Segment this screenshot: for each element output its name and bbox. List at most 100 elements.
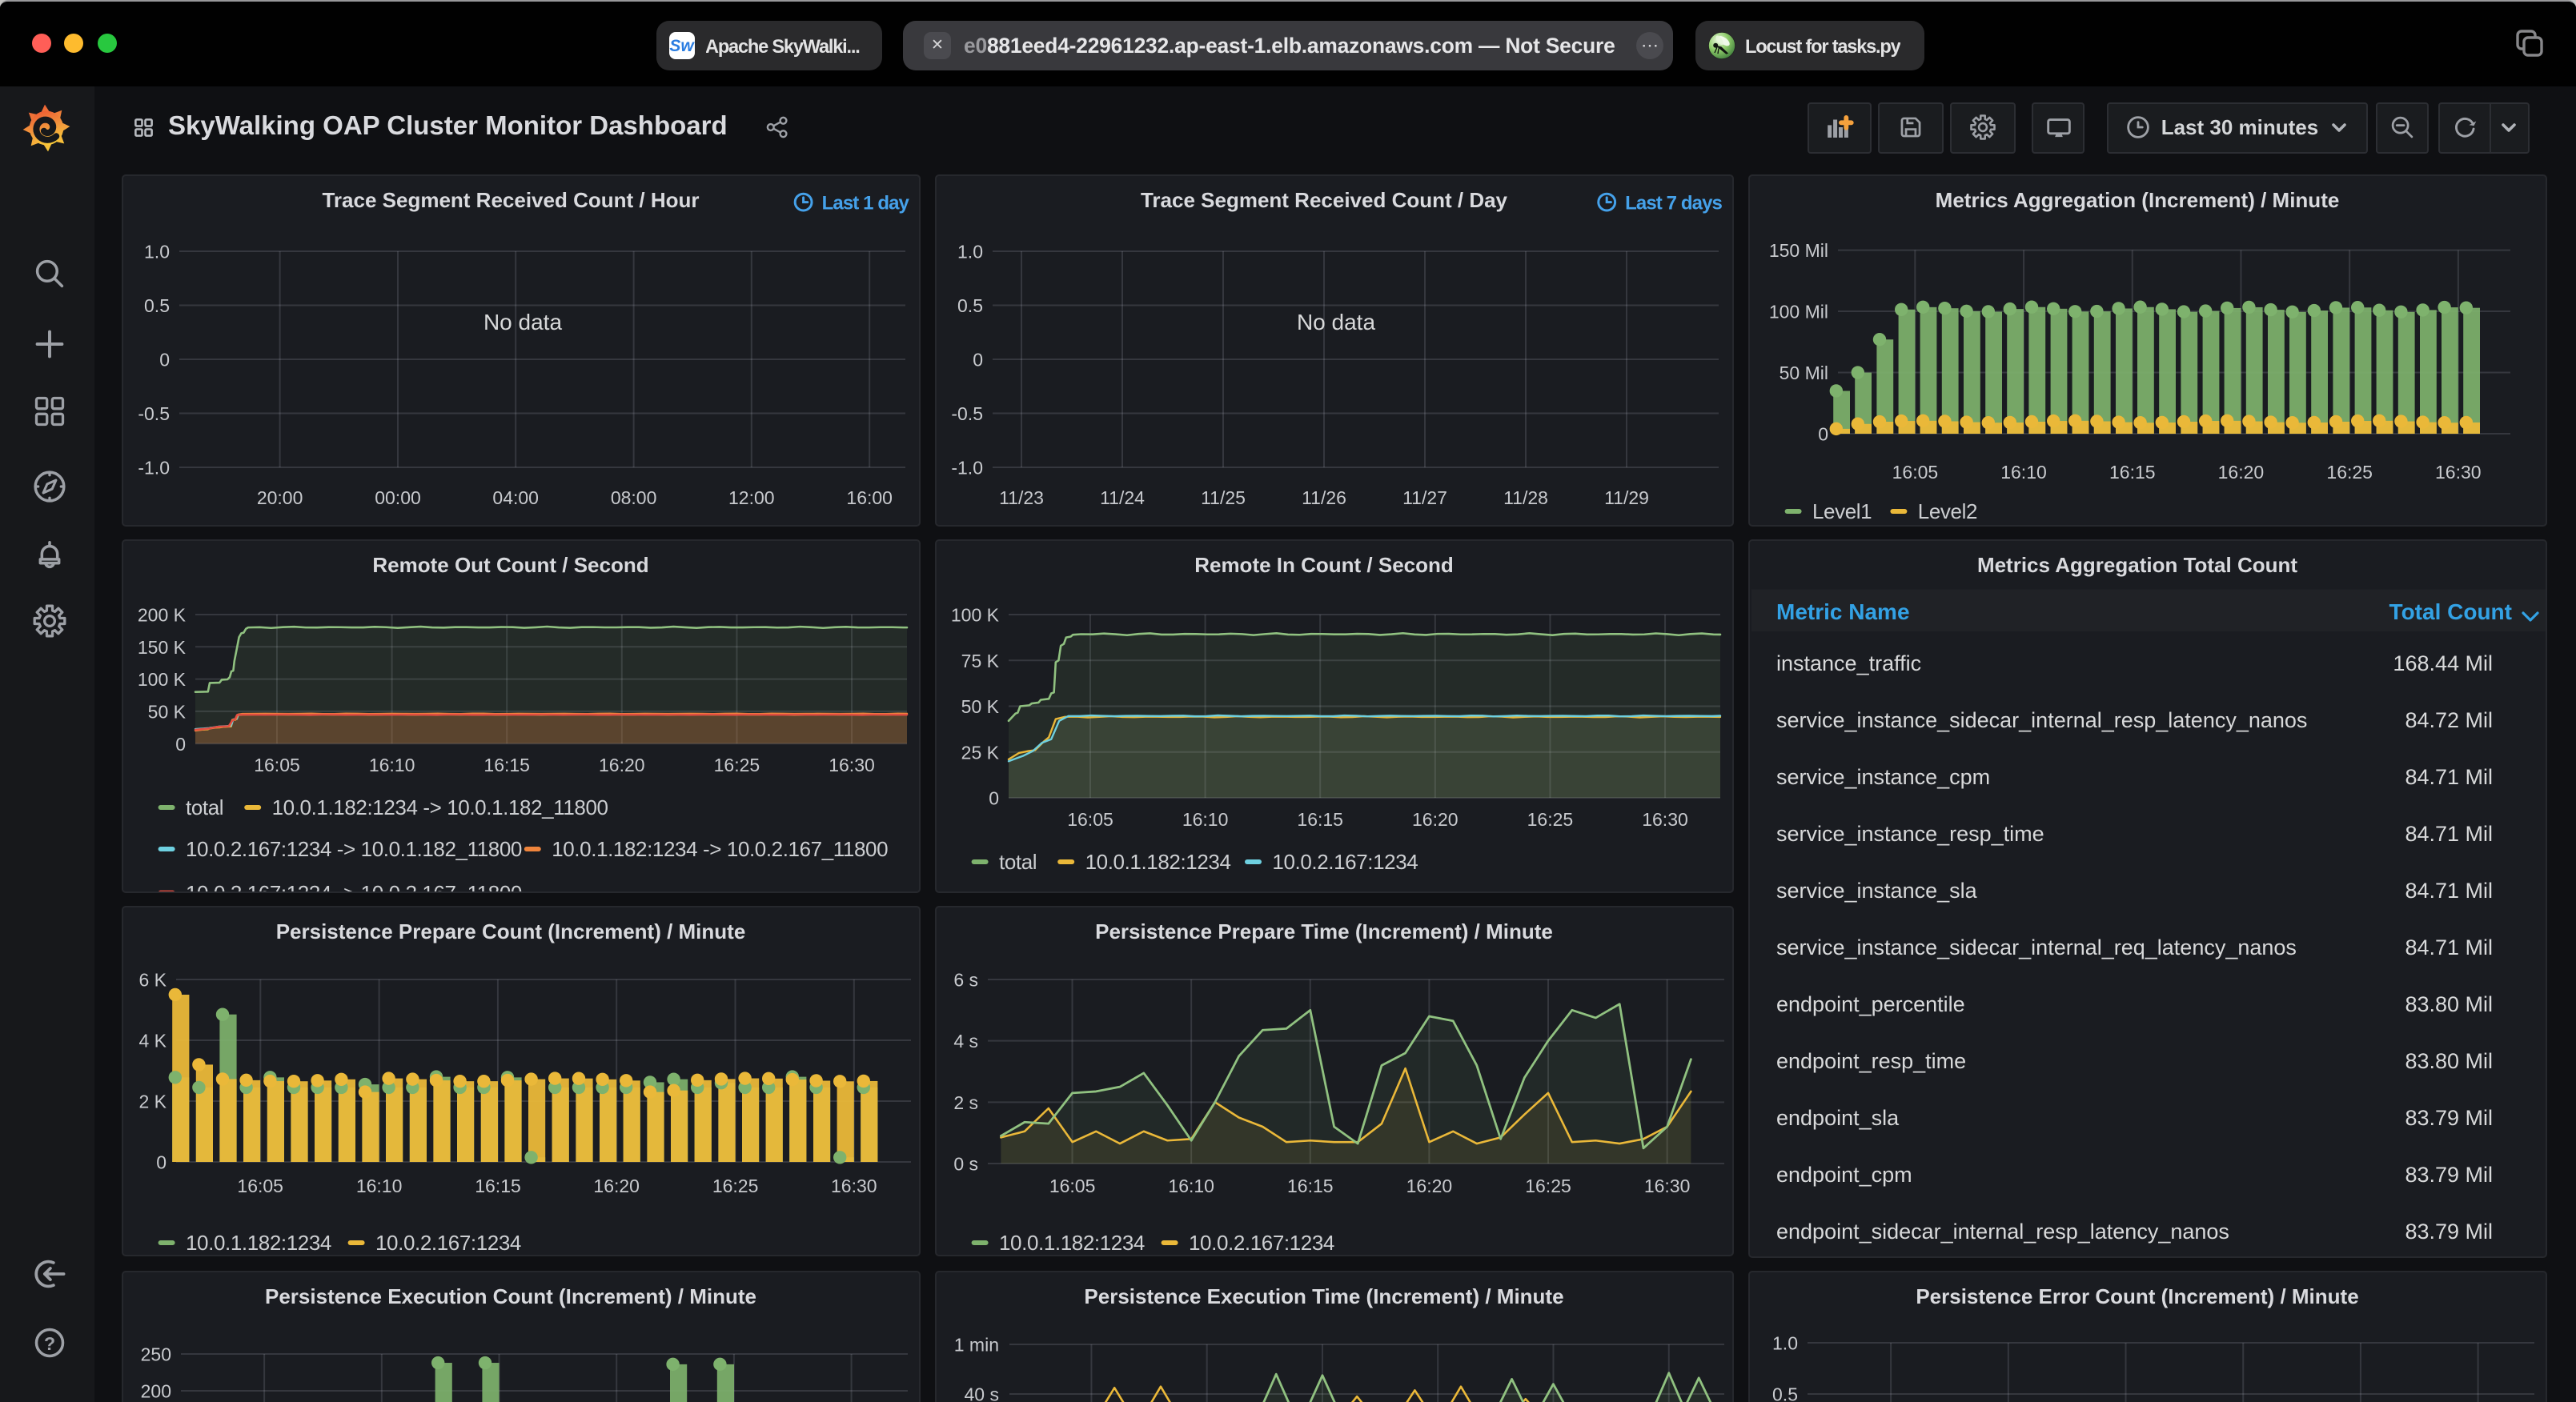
- svg-text:16:05: 16:05: [237, 1175, 283, 1196]
- svg-text:16:05: 16:05: [1892, 461, 1939, 482]
- svg-text:12:00: 12:00: [728, 487, 775, 507]
- svg-text:16:15: 16:15: [1297, 809, 1343, 830]
- svg-text:-1.0: -1.0: [951, 457, 983, 478]
- svg-text:endpoint_sidecar_internal_resp: endpoint_sidecar_internal_resp_latency_n…: [1776, 1220, 2229, 1244]
- svg-text:2 K: 2 K: [138, 1091, 167, 1112]
- svg-text:16:10: 16:10: [369, 755, 415, 775]
- svg-text:1 min: 1 min: [954, 1335, 999, 1356]
- svg-text:83.79 Mil: 83.79 Mil: [2405, 1106, 2493, 1130]
- svg-text:Persistence Prepare Count (Inc: Persistence Prepare Count (Increment) / …: [276, 919, 746, 943]
- svg-text:4 s: 4 s: [953, 1030, 978, 1051]
- svg-text:100 K: 100 K: [951, 605, 1000, 626]
- svg-text:No data: No data: [1297, 309, 1375, 334]
- svg-text:-0.5: -0.5: [138, 403, 170, 423]
- svg-text:16:10: 16:10: [1168, 1175, 1214, 1196]
- svg-text:Metrics Aggregation Total Coun: Metrics Aggregation Total Count: [1977, 553, 2297, 577]
- svg-text:10.0.2.167:1234: 10.0.2.167:1234: [375, 1230, 521, 1254]
- svg-text:16:25: 16:25: [2326, 461, 2373, 482]
- svg-text:11/24: 11/24: [1100, 487, 1145, 507]
- svg-text:Persistence Error Count (Incre: Persistence Error Count (Increment) / Mi…: [1916, 1284, 2358, 1308]
- svg-text:0: 0: [156, 1152, 167, 1172]
- svg-text:84.71 Mil: 84.71 Mil: [2405, 822, 2493, 846]
- svg-text:16:20: 16:20: [593, 1175, 640, 1196]
- svg-text:11/29: 11/29: [1604, 487, 1649, 507]
- svg-text:100 K: 100 K: [138, 669, 187, 690]
- svg-text:service_instance_sla: service_instance_sla: [1776, 879, 1978, 903]
- svg-text:Last 1 day: Last 1 day: [822, 191, 910, 213]
- svg-text:6 K: 6 K: [138, 969, 167, 990]
- svg-text:4 K: 4 K: [138, 1030, 167, 1051]
- svg-text:04:00: 04:00: [492, 487, 539, 507]
- svg-text:Last 7 days: Last 7 days: [1625, 191, 1722, 213]
- svg-text:83.79 Mil: 83.79 Mil: [2405, 1163, 2493, 1187]
- svg-text:service_instance_cpm: service_instance_cpm: [1776, 765, 1990, 789]
- svg-text:16:00: 16:00: [846, 487, 893, 507]
- svg-text:16:30: 16:30: [1642, 809, 1688, 830]
- svg-text:83.80 Mil: 83.80 Mil: [2405, 992, 2493, 1016]
- svg-text:service_instance_sidecar_inter: service_instance_sidecar_internal_req_la…: [1776, 935, 2297, 959]
- svg-text:10.0.1.182:1234 -> 10.0.1.182_: 10.0.1.182:1234 -> 10.0.1.182_11800: [272, 795, 608, 819]
- svg-text:16:30: 16:30: [831, 1175, 877, 1196]
- svg-text:150 K: 150 K: [138, 637, 187, 658]
- svg-text:16:05: 16:05: [1067, 809, 1113, 830]
- svg-text:16:20: 16:20: [1412, 809, 1459, 830]
- svg-text:2 s: 2 s: [953, 1092, 978, 1112]
- svg-text:service_instance_resp_time: service_instance_resp_time: [1776, 822, 2044, 846]
- svg-text:0: 0: [159, 349, 170, 370]
- svg-text:11/28: 11/28: [1503, 487, 1548, 507]
- svg-text:50 K: 50 K: [961, 696, 1000, 717]
- svg-text:16:25: 16:25: [714, 755, 760, 775]
- svg-text:Total Count: Total Count: [2389, 599, 2512, 624]
- svg-text:endpoint_percentile: endpoint_percentile: [1776, 992, 1965, 1016]
- svg-text:1.0: 1.0: [144, 241, 170, 262]
- svg-text:Level1: Level1: [1812, 499, 1872, 523]
- svg-text:84.71 Mil: 84.71 Mil: [2405, 935, 2493, 959]
- svg-text:10.0.2.167:1234 -> 10.0.2.167_: 10.0.2.167:1234 -> 10.0.2.167_11800: [186, 881, 522, 892]
- svg-text:84.72 Mil: 84.72 Mil: [2405, 708, 2493, 732]
- svg-text:Persistence Execution Time (In: Persistence Execution Time (Increment) /…: [1084, 1284, 1563, 1308]
- svg-text:service_instance_sidecar_inter: service_instance_sidecar_internal_resp_l…: [1776, 708, 2307, 732]
- svg-text:16:25: 16:25: [1525, 1175, 1571, 1196]
- svg-text:16:30: 16:30: [1644, 1175, 1691, 1196]
- svg-text:10.0.1.182:1234: 10.0.1.182:1234: [186, 1230, 331, 1254]
- svg-text:84.71 Mil: 84.71 Mil: [2405, 879, 2493, 903]
- svg-text:6 s: 6 s: [953, 969, 978, 990]
- svg-text:0: 0: [1818, 423, 1828, 444]
- svg-text:instance_traffic: instance_traffic: [1776, 651, 1921, 675]
- svg-text:16:30: 16:30: [2435, 461, 2482, 482]
- svg-text:16:15: 16:15: [484, 755, 530, 775]
- svg-text:-0.5: -0.5: [951, 403, 983, 423]
- svg-text:00:00: 00:00: [375, 487, 421, 507]
- svg-text:1.0: 1.0: [957, 241, 983, 262]
- svg-text:endpoint_sla: endpoint_sla: [1776, 1106, 1900, 1130]
- svg-text:Metrics Aggregation (Increment: Metrics Aggregation (Increment) / Minute: [1936, 187, 2340, 211]
- svg-text:endpoint_resp_time: endpoint_resp_time: [1776, 1049, 1966, 1073]
- svg-text:84.71 Mil: 84.71 Mil: [2405, 765, 2493, 789]
- svg-text:10.0.1.182:1234: 10.0.1.182:1234: [999, 1230, 1145, 1254]
- svg-text:0: 0: [989, 788, 999, 809]
- svg-text:0.5: 0.5: [1772, 1384, 1798, 1402]
- svg-text:20:00: 20:00: [257, 487, 303, 507]
- svg-text:11/27: 11/27: [1402, 487, 1447, 507]
- svg-text:10.0.1.182:1234: 10.0.1.182:1234: [1085, 850, 1231, 874]
- svg-text:16:15: 16:15: [1287, 1175, 1334, 1196]
- svg-text:83.80 Mil: 83.80 Mil: [2405, 1049, 2493, 1073]
- svg-text:16:25: 16:25: [712, 1175, 759, 1196]
- svg-text:Metric Name: Metric Name: [1776, 599, 1910, 624]
- svg-text:1.0: 1.0: [1772, 1333, 1798, 1354]
- svg-text:16:05: 16:05: [1049, 1175, 1096, 1196]
- svg-text:-1.0: -1.0: [138, 457, 170, 478]
- svg-text:50 Mil: 50 Mil: [1780, 362, 1828, 383]
- svg-text:11/25: 11/25: [1201, 487, 1246, 507]
- svg-text:40 s: 40 s: [965, 1384, 999, 1402]
- svg-text:?: ?: [44, 1332, 55, 1353]
- svg-text:No data: No data: [484, 309, 562, 334]
- svg-text:endpoint_cpm: endpoint_cpm: [1776, 1163, 1912, 1187]
- svg-text:Trace Segment Received Count /: Trace Segment Received Count / Day: [1141, 187, 1508, 211]
- svg-text:16:20: 16:20: [1406, 1175, 1453, 1196]
- svg-text:Remote Out Count / Second: Remote Out Count / Second: [372, 553, 648, 577]
- svg-text:150 Mil: 150 Mil: [1769, 239, 1828, 260]
- svg-text:0 s: 0 s: [953, 1153, 978, 1174]
- svg-text:11/23: 11/23: [999, 487, 1044, 507]
- svg-text:250: 250: [141, 1344, 171, 1365]
